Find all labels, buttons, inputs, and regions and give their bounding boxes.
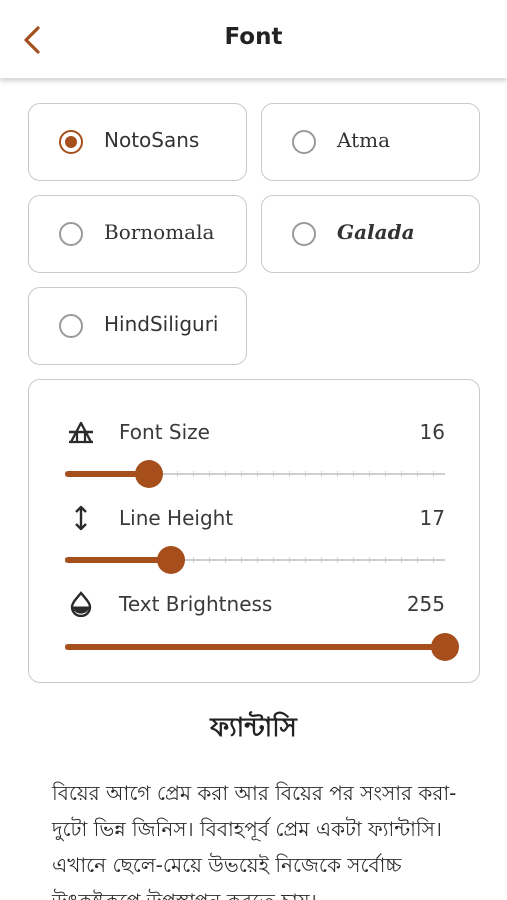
line-height-row: Line Height 17	[29, 502, 481, 532]
font-size-label: Font Size	[119, 420, 210, 444]
font-option-label: Bornomala	[104, 220, 215, 244]
font-option-bornomala[interactable]: Bornomala	[28, 195, 247, 273]
font-size-value: 16	[419, 420, 445, 444]
radio-unselected[interactable]	[59, 222, 83, 246]
font-option-label: HindSiliguri	[104, 312, 219, 336]
font-size-icon	[67, 418, 95, 446]
font-option-hindsiliguri[interactable]: HindSiliguri	[28, 287, 247, 365]
radio-unselected[interactable]	[59, 314, 83, 338]
page-title: Font	[224, 24, 283, 50]
font-option-label: Atma	[337, 128, 391, 152]
font-option-notosans[interactable]: NotoSans	[28, 103, 247, 181]
line-height-value: 17	[419, 506, 445, 530]
slider-fill	[65, 644, 445, 650]
preview-text: বিয়ের আগে প্রেম করা আর বিয়ের পর সংসার …	[52, 781, 457, 900]
font-size-slider[interactable]	[65, 459, 445, 489]
radio-selected[interactable]	[59, 130, 83, 154]
preview-title: ফ্যান্টাসি	[210, 713, 297, 743]
slider-thumb[interactable]	[157, 546, 185, 574]
app-bar: Font	[0, 0, 507, 78]
line-height-icon	[67, 504, 95, 532]
font-size-row: Font Size 16	[29, 416, 481, 446]
text-brightness-row: Text Brightness 255	[29, 588, 481, 618]
radio-unselected[interactable]	[292, 130, 316, 154]
slider-thumb[interactable]	[135, 460, 163, 488]
line-height-label: Line Height	[119, 506, 234, 530]
font-option-atma[interactable]: Atma	[261, 103, 480, 181]
text-brightness-value: 255	[406, 592, 445, 616]
slider-thumb[interactable]	[431, 633, 459, 661]
text-brightness-label: Text Brightness	[119, 592, 273, 616]
text-settings-card: Font Size 16 Line Height 17 Text Brightn…	[28, 379, 480, 683]
font-option-galada[interactable]: Galada	[261, 195, 480, 273]
font-option-label: Galada	[337, 220, 415, 244]
radio-unselected[interactable]	[292, 222, 316, 246]
font-option-label: NotoSans	[104, 128, 200, 152]
text-brightness-slider[interactable]	[65, 632, 459, 662]
line-height-slider[interactable]	[65, 545, 445, 575]
slider-fill	[65, 557, 171, 563]
brightness-drop-icon	[67, 590, 95, 618]
